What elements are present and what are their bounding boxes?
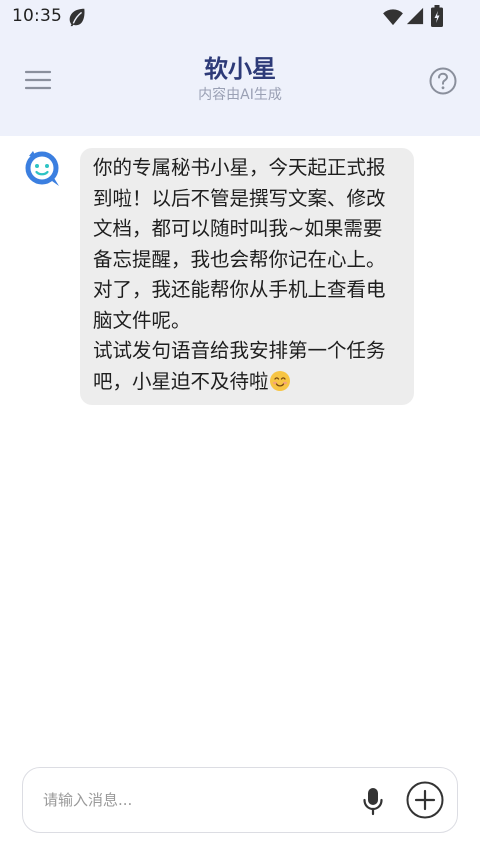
- wifi-icon: [383, 9, 403, 26]
- menu-icon[interactable]: [22, 64, 54, 96]
- title-block: 软小星 内容由AI生成: [140, 54, 340, 104]
- chat-area: 你的专属秘书小星，今天起正式报到啦！以后不管是撰写文案、修改文档，都可以随时叫我…: [0, 136, 480, 756]
- status-bar: 10:35: [0, 0, 480, 34]
- top-region: 10:35 软小星 内容由AI生成: [0, 0, 480, 136]
- page-title: 软小星: [204, 55, 276, 83]
- bot-message-text: 你的专属秘书小星，今天起正式报到啦！以后不管是撰写文案、修改文档，都可以随时叫我…: [93, 156, 386, 393]
- signal-icon: [406, 7, 424, 25]
- message-composer: [22, 767, 458, 833]
- app-screen: 10:35 软小星 内容由AI生成 你的专属秘书小星，今天起正式报到啦！以后不管…: [0, 0, 480, 854]
- help-icon[interactable]: [428, 66, 458, 96]
- message-input[interactable]: [43, 786, 343, 814]
- battery-icon: [431, 5, 443, 27]
- ai-disclaimer: 内容由AI生成: [198, 87, 282, 103]
- leaf-icon: [69, 8, 85, 27]
- bot-message-bubble: 你的专属秘书小星，今天起正式报到啦！以后不管是撰写文案、修改文档，都可以随时叫我…: [80, 148, 414, 405]
- bot-avatar-icon: [25, 151, 59, 186]
- status-time: 10:35: [12, 6, 62, 26]
- chat-header: 软小星 内容由AI生成: [0, 34, 480, 136]
- plus-circle-icon[interactable]: [405, 780, 445, 820]
- smiling-face-emoji: [269, 370, 290, 391]
- microphone-icon[interactable]: [361, 786, 385, 816]
